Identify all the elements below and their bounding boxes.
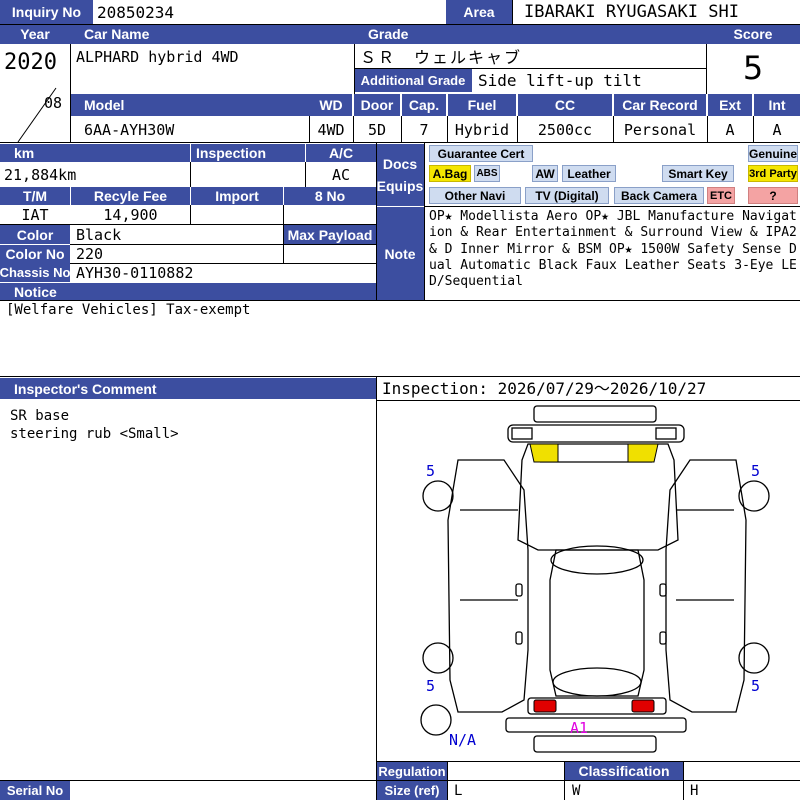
inspector-comment-line-2: steering rub <Small>: [10, 426, 179, 442]
recycle-value: 14,900: [103, 206, 158, 224]
inspection-period: Inspection: 2026/07/29～2026/10/27: [382, 379, 707, 398]
door-value: 5D: [367, 121, 387, 139]
car-record-label: Car Record: [614, 94, 706, 116]
color-value: Black: [76, 225, 122, 244]
km-value: 21,884km: [4, 166, 77, 184]
leather-badge: Leather: [562, 165, 616, 182]
inspector-comment-label: Inspector's Comment: [0, 378, 376, 399]
mark-rear-right: 5: [751, 677, 761, 695]
guarantee-cert-badge: Guarantee Cert: [429, 145, 533, 162]
cc-label: CC: [518, 94, 612, 116]
genuine-badge: Genuine: [748, 145, 798, 162]
inspection-label: Inspection: [191, 144, 305, 162]
tm-value: IAT: [21, 206, 49, 224]
size-l: L: [454, 782, 463, 799]
note-label: Note: [376, 207, 424, 300]
front-left-fog-light-part: [529, 443, 559, 463]
size-w: W: [572, 782, 581, 799]
ac-label: A/C: [306, 144, 376, 162]
chassis-label: Chassis No: [0, 263, 70, 282]
docs-label: Docs: [382, 156, 418, 172]
chassis-value: AYH30-0110882: [76, 263, 194, 282]
ext-label: Ext: [708, 94, 752, 116]
model-value: 6AA-AYH30W: [84, 121, 175, 139]
model-label: Model: [70, 94, 310, 116]
equips-label: Equips: [376, 178, 424, 194]
cap-label: Cap.: [402, 94, 446, 116]
max-payload-value: [284, 245, 376, 263]
inquiry-label: Inquiry No: [0, 0, 93, 24]
year-month: 08: [44, 94, 63, 112]
color-label: Color: [0, 225, 70, 244]
inquiry-value: 20850234: [97, 2, 175, 22]
docs-equips-label: Docs Equips: [376, 144, 424, 206]
area-value: IBARAKI RYUGASAKI SHI: [524, 2, 739, 22]
other-navi-badge: Other Navi: [429, 187, 521, 204]
rear-left-light-part: [533, 699, 557, 713]
etc-badge: ETC: [707, 187, 735, 204]
import-value: [191, 206, 283, 224]
car-name-label: Car Name: [70, 24, 354, 44]
int-value: A: [772, 121, 782, 139]
question-badge: ?: [748, 187, 798, 204]
back-camera-badge: Back Camera: [614, 187, 704, 204]
serial-no-label: Serial No: [0, 781, 70, 800]
rear-right-light-part: [631, 699, 655, 713]
additional-grade-value: Side lift-up tilt: [478, 71, 642, 90]
smart-key-badge: Smart Key: [662, 165, 734, 182]
door-label: Door: [354, 94, 400, 116]
ext-value: A: [725, 121, 735, 139]
fuel-value: Hybrid: [454, 121, 510, 139]
aw-badge: AW: [532, 165, 558, 182]
max-payload-label: Max Payload: [284, 225, 376, 244]
color-no-label: Color No: [0, 245, 70, 263]
score-label: Score: [706, 24, 800, 44]
wd-value: 4WD: [317, 121, 345, 139]
classification-label: Classification: [565, 762, 683, 780]
size-label: Size (ref): [377, 781, 447, 800]
import-label: Import: [191, 187, 283, 205]
color-no-value: 220: [76, 245, 104, 263]
grade-label: Grade: [354, 24, 706, 44]
eight-no-label: 8 No: [284, 187, 376, 205]
car-name-value: ALPHARD hybrid 4WD: [76, 48, 239, 66]
fuel-label: Fuel: [448, 94, 516, 116]
note-text: OP★ Modellista Aero OP★ JBL Manufacture …: [429, 209, 797, 290]
score-value: 5: [742, 49, 764, 87]
serial-no-value: [72, 781, 372, 800]
abs-badge: ABS: [474, 165, 500, 182]
recycle-label: Recyle Fee: [71, 187, 190, 205]
int-label: Int: [754, 94, 800, 116]
front-right-fog-light-part: [627, 443, 659, 463]
mark-rear-bumper: A1: [570, 719, 589, 737]
wd-label: WD: [310, 94, 352, 116]
grade-value: ＳＲ ウェルキャブ: [360, 48, 523, 67]
eight-no-value: [284, 206, 376, 224]
size-h: H: [690, 782, 699, 799]
mark-front-left: 5: [426, 462, 436, 480]
third-party-badge: 3rd Party: [748, 165, 798, 182]
notice-label: Notice: [0, 283, 376, 300]
additional-grade-label: Additional Grade: [354, 69, 472, 92]
tm-label: T/M: [0, 187, 70, 205]
regulation-label: Regulation: [377, 762, 447, 780]
year-label: Year: [0, 24, 70, 44]
ac-value: AC: [331, 166, 351, 184]
area-label: Area: [446, 0, 512, 24]
airbag-badge: A.Bag: [429, 165, 471, 182]
car-condition-diagram: [420, 405, 770, 753]
notice-text: [Welfare Vehicles] Tax-exempt: [6, 302, 251, 318]
mark-rear-left: 5: [426, 677, 436, 695]
km-label: km: [0, 144, 190, 162]
tv-digital-badge: TV (Digital): [525, 187, 609, 204]
inspection-value: [192, 163, 304, 187]
mark-spare-tire: N/A: [449, 731, 477, 749]
car-record-value: Personal: [623, 121, 697, 139]
cap-value: 7: [419, 121, 429, 139]
mark-front-right: 5: [751, 462, 761, 480]
inspector-comment-line-1: SR base: [10, 408, 70, 424]
cc-value: 2500cc: [537, 121, 593, 139]
